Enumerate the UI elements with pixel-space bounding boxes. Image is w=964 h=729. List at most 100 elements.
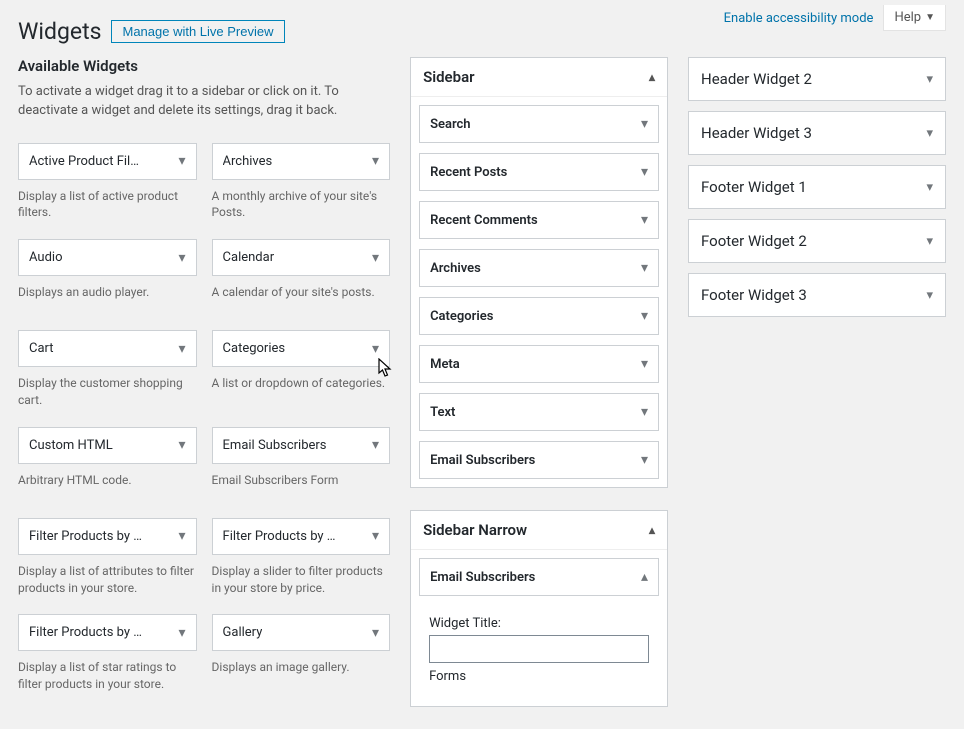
chevron-down-icon: ▾ <box>372 153 379 169</box>
widget-area-title: Sidebar <box>423 68 474 86</box>
widget-area-sidebar: Sidebar ▴ Search ▾ Recent Posts ▾ Recent… <box>410 57 668 488</box>
placed-widget-name: Recent Posts <box>430 165 507 180</box>
available-widget[interactable]: Gallery ▾ <box>212 614 391 651</box>
placed-widget-name: Categories <box>430 309 493 324</box>
chevron-down-icon: ▾ <box>641 308 648 324</box>
available-widget-name: Cart <box>29 341 54 356</box>
widget-area-sidebar-narrow: Sidebar Narrow ▴ Email Subscribers ▴ Wid… <box>410 510 668 707</box>
chevron-down-icon: ▾ <box>641 404 648 420</box>
placed-widget-name: Email Subscribers <box>430 453 535 468</box>
available-widget-name: Categories <box>223 341 286 356</box>
available-widget-desc: Arbitrary HTML code. <box>18 472 197 500</box>
available-widget-name: Email Subscribers <box>223 438 327 453</box>
chevron-down-icon: ▾ <box>641 164 648 180</box>
placed-widget[interactable]: Search ▾ <box>419 105 659 143</box>
chevron-down-icon: ▾ <box>926 288 933 303</box>
widget-area-footer-widget-3[interactable]: Footer Widget 3 ▾ <box>688 273 946 317</box>
available-widget-name: Active Product Fil… <box>29 154 139 169</box>
available-widget-desc: Display a list of attributes to filter p… <box>18 563 197 597</box>
placed-widget[interactable]: Recent Posts ▾ <box>419 153 659 191</box>
available-widget[interactable]: Archives ▾ <box>212 143 391 180</box>
placed-widget-name: Text <box>430 405 455 420</box>
available-widget[interactable]: Categories ▾ <box>212 330 391 367</box>
available-widget-desc: Displays an audio player. <box>18 284 197 312</box>
widget-title-label: Widget Title: <box>429 616 649 631</box>
widget-area-header[interactable]: Sidebar ▴ <box>411 58 667 97</box>
chevron-down-icon: ▾ <box>372 528 379 544</box>
available-widget[interactable]: Filter Products by … ▾ <box>18 614 197 651</box>
available-widget-desc: A monthly archive of your site's Posts. <box>212 188 391 222</box>
chevron-down-icon: ▾ <box>372 437 379 453</box>
chevron-down-icon: ▾ <box>641 260 648 276</box>
widget-title-input[interactable] <box>429 635 649 663</box>
widget-area-header-widget-3[interactable]: Header Widget 3 ▾ <box>688 111 946 155</box>
available-widget[interactable]: Audio ▾ <box>18 239 197 276</box>
placed-widget-name: Recent Comments <box>430 213 538 228</box>
available-widget-name: Archives <box>223 154 273 169</box>
available-widget-name: Filter Products by … <box>223 529 336 544</box>
available-widget-name: Audio <box>29 250 62 265</box>
available-widget[interactable]: Cart ▾ <box>18 330 197 367</box>
available-widget[interactable]: Email Subscribers ▾ <box>212 427 391 464</box>
placed-widget[interactable]: Archives ▾ <box>419 249 659 287</box>
available-widget[interactable]: Calendar ▾ <box>212 239 391 276</box>
page-title: Widgets <box>18 18 101 45</box>
widget-area-title: Footer Widget 2 <box>701 232 807 250</box>
chevron-down-icon: ▾ <box>926 180 933 195</box>
chevron-down-icon: ▾ <box>179 250 186 266</box>
available-widget[interactable]: Filter Products by … ▾ <box>212 518 391 555</box>
placed-widget[interactable]: Meta ▾ <box>419 345 659 383</box>
chevron-down-icon: ▾ <box>179 153 186 169</box>
available-widget-desc: Display the customer shopping cart. <box>18 375 197 409</box>
widget-area-footer-widget-2[interactable]: Footer Widget 2 ▾ <box>688 219 946 263</box>
widget-settings-form: Widget Title: Forms <box>419 606 659 698</box>
widget-area-header[interactable]: Sidebar Narrow ▴ <box>411 511 667 550</box>
help-tab[interactable]: Help ▼ <box>883 5 946 31</box>
chevron-down-icon: ▾ <box>926 126 933 141</box>
available-widget-name: Filter Products by … <box>29 529 142 544</box>
widget-forms-label: Forms <box>429 669 649 684</box>
available-widget-desc: A list or dropdown of categories. <box>212 375 391 403</box>
chevron-down-icon: ▾ <box>179 341 186 357</box>
available-widget-desc: Display a slider to filter products in y… <box>212 563 391 597</box>
chevron-down-icon: ▾ <box>372 250 379 266</box>
widget-area-title: Header Widget 2 <box>701 70 812 88</box>
chevron-down-icon: ▾ <box>372 625 379 641</box>
chevron-down-icon: ▾ <box>179 528 186 544</box>
widget-area-header-widget-2[interactable]: Header Widget 2 ▾ <box>688 57 946 101</box>
placed-widget-name: Email Subscribers <box>430 570 535 585</box>
placed-widget-open[interactable]: Email Subscribers ▴ <box>419 558 659 596</box>
chevron-down-icon: ▾ <box>179 625 186 641</box>
chevron-down-icon: ▼ <box>925 12 935 23</box>
available-widgets-description: To activate a widget drag it to a sideba… <box>18 83 390 121</box>
placed-widget-name: Archives <box>430 261 481 276</box>
placed-widget-name: Meta <box>430 357 460 372</box>
chevron-down-icon: ▾ <box>641 452 648 468</box>
chevron-down-icon: ▾ <box>926 234 933 249</box>
chevron-up-icon: ▴ <box>649 70 655 84</box>
available-widgets-heading: Available Widgets <box>18 57 390 75</box>
chevron-down-icon: ▾ <box>641 356 648 372</box>
available-widget-desc: Display a list of active product filters… <box>18 188 197 222</box>
chevron-up-icon: ▴ <box>641 569 648 585</box>
placed-widget[interactable]: Recent Comments ▾ <box>419 201 659 239</box>
available-widgets-panel: Available Widgets To activate a widget d… <box>18 57 390 729</box>
enable-accessibility-link[interactable]: Enable accessibility mode <box>724 11 874 26</box>
available-widget[interactable]: Custom HTML ▾ <box>18 427 197 464</box>
placed-widget[interactable]: Email Subscribers ▾ <box>419 441 659 479</box>
chevron-up-icon: ▴ <box>649 523 655 537</box>
chevron-down-icon: ▾ <box>641 212 648 228</box>
placed-widget[interactable]: Categories ▾ <box>419 297 659 335</box>
available-widget-name: Custom HTML <box>29 438 113 453</box>
placed-widget-name: Search <box>430 117 471 132</box>
available-widget-desc: Display a list of star ratings to filter… <box>18 659 197 693</box>
available-widget-name: Gallery <box>223 625 263 640</box>
chevron-down-icon: ▾ <box>372 341 379 357</box>
available-widget-name: Filter Products by … <box>29 625 142 640</box>
available-widget[interactable]: Active Product Fil… ▾ <box>18 143 197 180</box>
available-widget[interactable]: Filter Products by … ▾ <box>18 518 197 555</box>
placed-widget[interactable]: Text ▾ <box>419 393 659 431</box>
manage-live-preview-button[interactable]: Manage with Live Preview <box>111 20 284 43</box>
available-widget-desc: Email Subscribers Form <box>212 472 391 500</box>
widget-area-footer-widget-1[interactable]: Footer Widget 1 ▾ <box>688 165 946 209</box>
